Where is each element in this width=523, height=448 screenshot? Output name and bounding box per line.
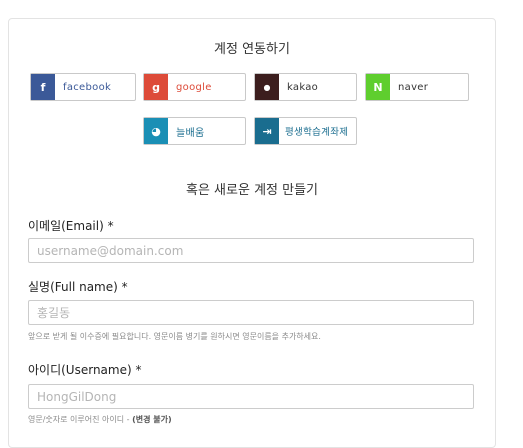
link-accounts-title: 계정 연동하기	[214, 42, 290, 57]
facebook-icon: f	[31, 74, 55, 100]
kakao-label: kakao	[287, 81, 319, 93]
email-label: 이메일(Email) *	[28, 219, 114, 233]
neulbaeum-label: 늘배움	[176, 127, 205, 139]
username-hint-text: 영문/숫자로 이루어진 아이디 -	[28, 415, 133, 424]
email-input[interactable]	[28, 238, 474, 263]
neulbaeum-login-button[interactable]: ◕ 늘배움	[143, 117, 246, 145]
fullname-input[interactable]	[28, 300, 474, 325]
neulbaeum-icon: ◕	[144, 118, 168, 144]
username-hint-emphasis: (변경 불가)	[132, 415, 172, 424]
facebook-label: facebook	[63, 81, 112, 93]
naver-login-button[interactable]: N naver	[365, 73, 469, 101]
create-account-title: 혹은 새로운 계정 만들기	[186, 183, 318, 198]
naver-label: naver	[398, 81, 429, 93]
registration-card: 계정 연동하기 f facebook g google ● kakao N na…	[8, 18, 496, 448]
username-label: 아이디(Username) *	[28, 363, 142, 377]
kakao-speech-bubble-icon: ●	[255, 74, 279, 100]
google-label: google	[176, 81, 212, 93]
google-login-button[interactable]: g google	[143, 73, 246, 101]
lifelong-learning-label: 평생학습계좌제	[285, 127, 349, 138]
sign-in-icon: ⇥	[255, 118, 279, 144]
naver-icon: N	[366, 74, 390, 100]
username-input[interactable]	[28, 384, 474, 409]
google-icon: g	[144, 74, 168, 100]
kakao-login-button[interactable]: ● kakao	[254, 73, 357, 101]
lifelong-learning-login-button[interactable]: ⇥ 평생학습계좌제	[254, 117, 357, 145]
fullname-label: 실명(Full name) *	[28, 280, 128, 294]
facebook-login-button[interactable]: f facebook	[30, 73, 136, 101]
username-hint: 영문/숫자로 이루어진 아이디 - (변경 불가)	[28, 414, 172, 425]
fullname-hint: 앞으로 받게 될 이수증에 필요합니다. 영문이름 병기를 원하시면 영문이름을…	[28, 332, 321, 341]
